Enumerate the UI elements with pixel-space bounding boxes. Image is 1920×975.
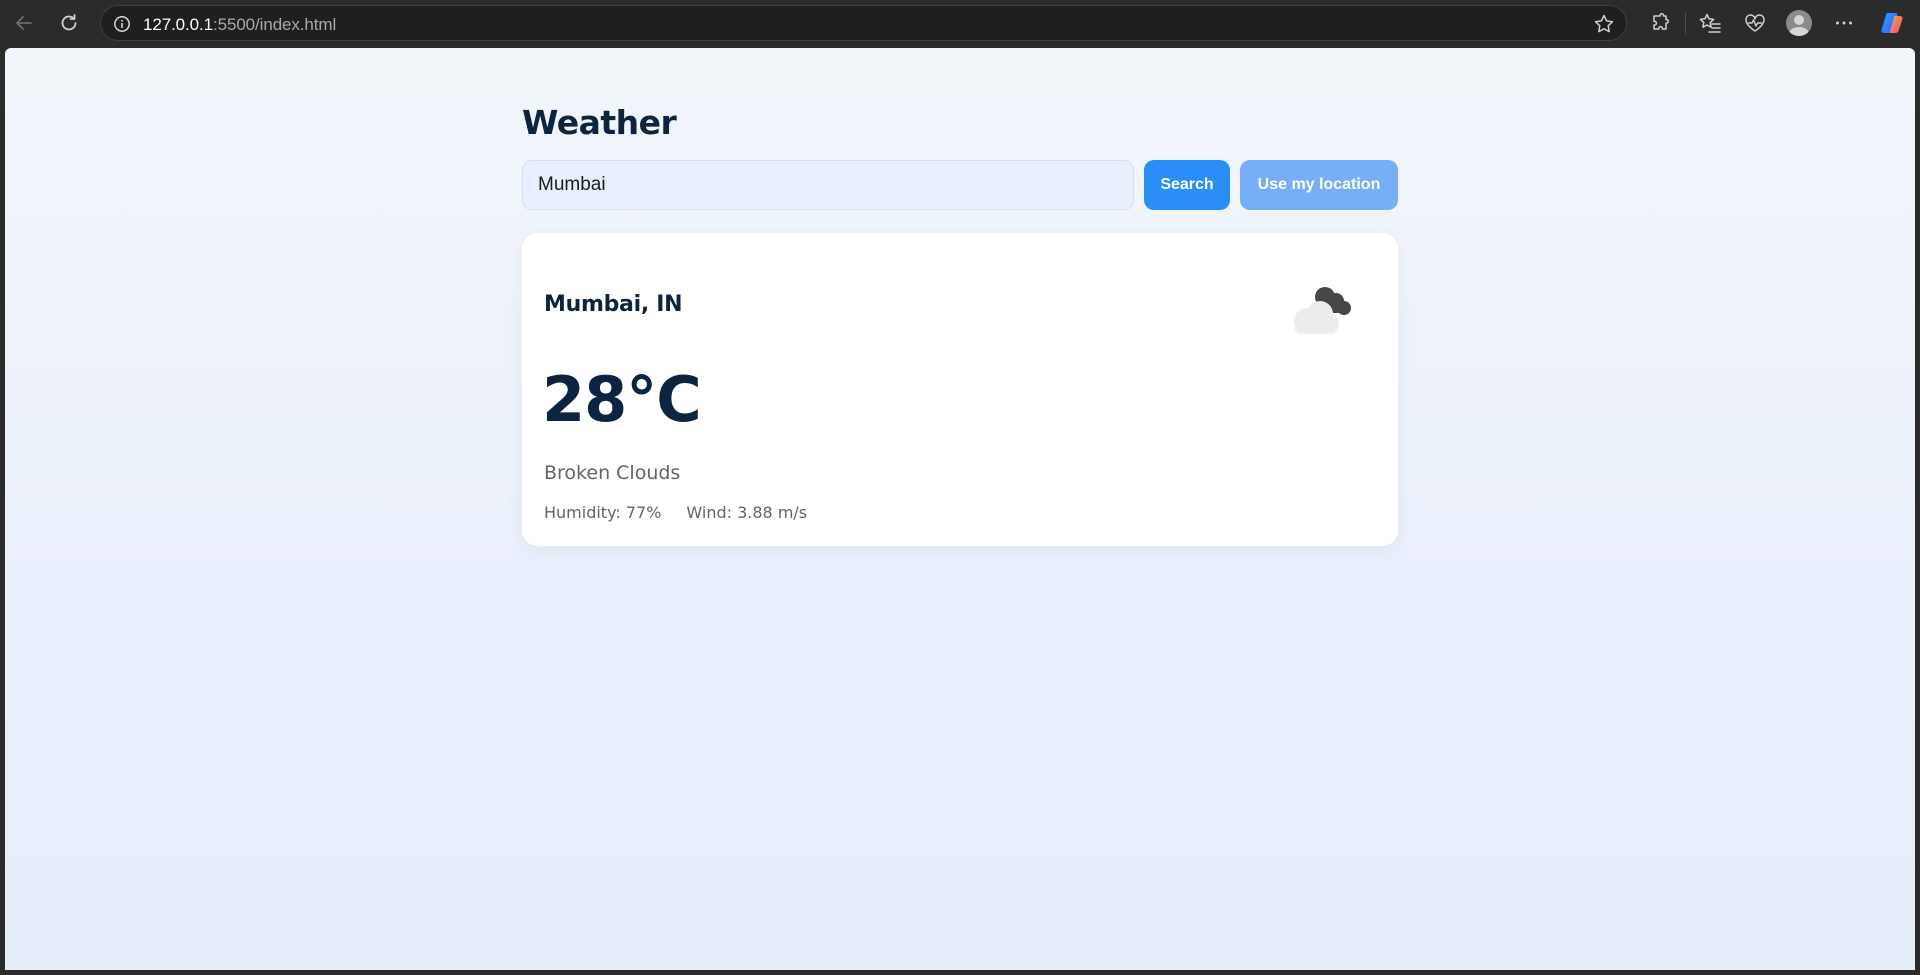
more-icon <box>1836 21 1852 25</box>
wind-value: Wind: 3.88 m/s <box>686 503 808 522</box>
search-form: Search Use my location <box>522 160 1398 210</box>
browser-essentials-icon <box>1745 14 1765 32</box>
city-name: Mumbai, IN <box>544 292 683 317</box>
weather-app: Weather Search Use my location Mumbai, I… <box>522 98 1398 546</box>
copilot-icon <box>1881 13 1903 33</box>
site-info-icon <box>113 15 130 32</box>
back-icon <box>16 16 32 30</box>
more-button[interactable] <box>1829 8 1859 38</box>
copilot-button[interactable] <box>1877 8 1907 38</box>
site-info-button[interactable] <box>112 14 131 33</box>
use-my-location-button[interactable]: Use my location <box>1240 160 1398 210</box>
favorites-icon <box>1699 13 1721 33</box>
extensions-icon <box>1653 12 1670 30</box>
weather-card: Mumbai, IN 28°C Broken Clouds Humidity: … <box>522 233 1398 546</box>
weather-description: Broken Clouds <box>544 462 681 484</box>
url-path: :5500/index.html <box>213 15 337 34</box>
url-host: 127.0.0.1 <box>143 15 213 34</box>
toolbar-divider <box>1685 12 1686 34</box>
browser-essentials-button[interactable] <box>1740 8 1770 38</box>
weather-details: Humidity: 77% Wind: 3.88 m/s <box>544 503 807 522</box>
page-viewport: Weather Search Use my location Mumbai, I… <box>5 48 1915 970</box>
favorites-button[interactable] <box>1695 8 1725 38</box>
city-search-input[interactable] <box>522 160 1134 210</box>
address-bar[interactable]: 127.0.0.1:5500/index.html <box>100 5 1627 41</box>
broken-clouds-icon <box>1294 287 1351 334</box>
url-text[interactable]: 127.0.0.1:5500/index.html <box>143 15 336 35</box>
humidity-value: Humidity: 77% <box>544 503 662 522</box>
reload-button[interactable] <box>53 8 85 38</box>
temperature: 28°C <box>542 363 702 436</box>
search-button[interactable]: Search <box>1144 160 1230 210</box>
back-button[interactable] <box>8 8 40 38</box>
profile-button[interactable] <box>1784 8 1814 38</box>
extensions-button[interactable] <box>1645 8 1675 38</box>
reload-icon <box>61 14 77 31</box>
page-title: Weather <box>522 103 677 142</box>
profile-icon <box>1786 10 1812 36</box>
star-icon <box>1594 14 1614 33</box>
favorite-button[interactable] <box>1592 12 1616 36</box>
browser-toolbar: 127.0.0.1:5500/index.html <box>0 0 1920 46</box>
